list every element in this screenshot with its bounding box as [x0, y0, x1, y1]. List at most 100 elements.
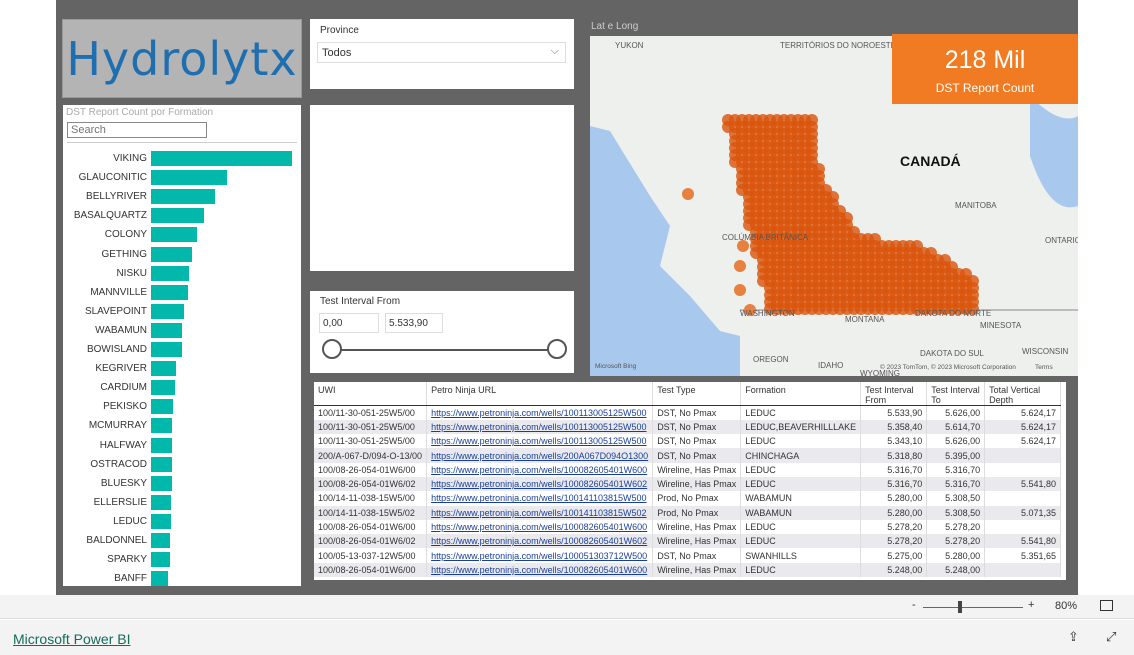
table-cell: Wireline, Has Pmax	[652, 462, 742, 477]
petro-ninja-link[interactable]: https://www.petroninja.com/wells/1001130…	[431, 436, 646, 446]
table-cell: 5.541,80	[984, 534, 1061, 549]
map-place-label: MINESOTA	[980, 321, 1022, 330]
bar-row[interactable]: NISKU	[63, 265, 301, 281]
column-header[interactable]: UWI	[314, 382, 428, 406]
bar-row[interactable]: WABAMUN	[63, 322, 301, 338]
min-input[interactable]: 0,00	[319, 313, 379, 333]
bar[interactable]	[151, 380, 175, 396]
table-cell	[984, 491, 1061, 506]
petro-ninja-link[interactable]: https://www.petroninja.com/wells/1000513…	[431, 551, 647, 561]
petro-ninja-link[interactable]: https://www.petroninja.com/wells/1001130…	[431, 422, 646, 432]
bar-row[interactable]: SPARKY	[63, 552, 301, 568]
table-cell: CHINCHAGA	[740, 448, 862, 463]
slider-max-handle[interactable]	[547, 339, 567, 359]
logo-text: Hydrolytx	[66, 31, 298, 86]
bar[interactable]	[151, 437, 172, 453]
bar-row[interactable]: HALFWAY	[63, 437, 301, 453]
map-place-label: DAKOTA DO NORTE	[915, 309, 991, 318]
bar-row[interactable]: SLAVEPOINT	[63, 303, 301, 319]
bar[interactable]	[151, 418, 172, 434]
bar-row[interactable]: BOWISLAND	[63, 342, 301, 357]
bar-row[interactable]: BELLYRIVER	[63, 189, 301, 205]
bar[interactable]	[151, 303, 184, 319]
bar-row[interactable]: COLONY	[63, 227, 301, 243]
zoom-in-button[interactable]: +	[1028, 599, 1034, 611]
bar[interactable]	[151, 456, 172, 472]
map-point[interactable]	[734, 260, 746, 272]
max-input[interactable]: 5.533,90	[385, 313, 443, 333]
bar-row[interactable]: ELLERSLIE	[63, 494, 301, 510]
bar[interactable]	[151, 189, 215, 205]
petro-ninja-link[interactable]: https://www.petroninja.com/wells/200A067…	[431, 451, 648, 461]
bar[interactable]	[151, 399, 173, 415]
petro-ninja-link[interactable]: https://www.petroninja.com/wells/1000826…	[431, 565, 647, 575]
fullscreen-icon[interactable]: ⤢	[1106, 629, 1116, 645]
column-header[interactable]: Test Interval To	[926, 382, 986, 406]
zoom-out-button[interactable]: -	[912, 599, 916, 611]
table-cell: Wireline, Has Pmax	[652, 519, 742, 535]
bar[interactable]	[151, 322, 182, 338]
bar[interactable]	[151, 494, 171, 510]
zoom-handle[interactable]	[958, 601, 962, 613]
slider-min-handle[interactable]	[322, 339, 342, 359]
petro-ninja-link[interactable]: https://www.petroninja.com/wells/1000826…	[431, 536, 647, 546]
search-input[interactable]	[67, 122, 207, 138]
petro-ninja-link[interactable]: https://www.petroninja.com/wells/1000826…	[431, 522, 647, 532]
bar-row[interactable]: VIKING	[63, 151, 301, 166]
bar[interactable]	[151, 227, 197, 243]
bar-row[interactable]: MANNVILLE	[63, 284, 301, 300]
share-icon[interactable]: ⇪	[1068, 629, 1079, 645]
column-header[interactable]: Test Interval From	[860, 382, 928, 406]
province-dropdown[interactable]: Todos ⌵	[317, 42, 566, 63]
bar[interactable]	[151, 552, 170, 568]
map-place-label: MONTANA	[845, 315, 885, 324]
bar-row[interactable]: BANFF	[63, 571, 301, 586]
fit-to-page-icon[interactable]	[1100, 600, 1113, 611]
petro-ninja-link[interactable]: https://www.petroninja.com/wells/1001130…	[431, 408, 646, 418]
petro-ninja-link[interactable]: https://www.petroninja.com/wells/1001411…	[431, 493, 646, 503]
table-cell: 5.614,70	[926, 419, 986, 435]
bar-row[interactable]: CARDIUM	[63, 380, 301, 396]
slider-track[interactable]	[330, 349, 558, 351]
bar[interactable]	[151, 151, 292, 166]
bar[interactable]	[151, 208, 204, 224]
bar[interactable]	[151, 284, 188, 300]
table-cell: Wireline, Has Pmax	[652, 534, 742, 549]
petro-ninja-link[interactable]: https://www.petroninja.com/wells/1001411…	[431, 508, 646, 518]
bar-row[interactable]: KEGRIVER	[63, 361, 301, 377]
table-cell	[984, 448, 1061, 463]
terms-link[interactable]: Terms	[1035, 364, 1053, 371]
bar-row[interactable]: BALDONNEL	[63, 533, 301, 548]
column-header[interactable]: Total Vertical Depth	[984, 382, 1061, 406]
bar-row[interactable]: BASALQUARTZ	[63, 208, 301, 224]
bar[interactable]	[151, 170, 227, 186]
bar-row[interactable]: PEKISKO	[63, 399, 301, 415]
zoom-slider[interactable]	[923, 607, 1023, 608]
bar[interactable]	[151, 513, 171, 529]
bar-row[interactable]: MCMURRAY	[63, 418, 301, 434]
bar[interactable]	[151, 265, 189, 281]
petro-ninja-link[interactable]: https://www.petroninja.com/wells/1000826…	[431, 465, 647, 475]
column-header[interactable]: Test Type	[652, 382, 742, 406]
bar-label: HALFWAY	[99, 439, 147, 451]
bar[interactable]	[151, 475, 172, 491]
petro-ninja-link[interactable]: https://www.petroninja.com/wells/1000826…	[431, 479, 647, 489]
bar[interactable]	[151, 342, 182, 357]
chevron-down-icon: ⌵	[550, 45, 559, 57]
column-header[interactable]: Formation	[740, 382, 862, 406]
bar[interactable]	[151, 246, 192, 262]
bar[interactable]	[151, 571, 168, 586]
table-cell: LEDUC	[740, 519, 862, 535]
bar[interactable]	[151, 533, 170, 548]
bar-row[interactable]: GLAUCONITIC	[63, 170, 301, 186]
column-header[interactable]: Petro Ninja URL	[426, 382, 654, 406]
table-cell: DST, No Pmax	[652, 448, 742, 463]
bar-row[interactable]: OSTRACOD	[63, 456, 301, 472]
bar-row[interactable]: LEDUC	[63, 513, 301, 529]
bar-row[interactable]: BLUESKY	[63, 475, 301, 491]
map-point[interactable]	[734, 284, 746, 296]
map-point[interactable]	[682, 188, 694, 200]
power-bi-link[interactable]: Microsoft Power BI	[13, 631, 130, 647]
bar-row[interactable]: GETHING	[63, 246, 301, 262]
bar[interactable]	[151, 361, 176, 377]
